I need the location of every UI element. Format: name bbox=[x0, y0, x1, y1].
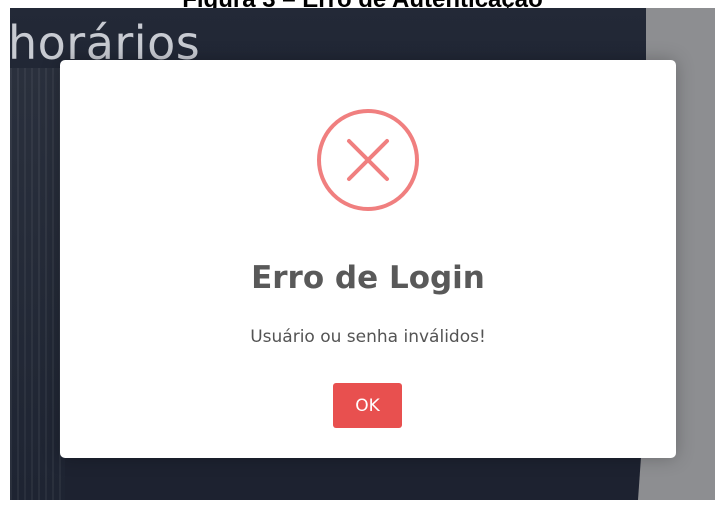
background-left-texture bbox=[10, 68, 65, 500]
ok-button[interactable]: OK bbox=[333, 383, 402, 428]
dialog-message: Usuário ou senha inválidos! bbox=[250, 327, 486, 347]
dialog-title: Erro de Login bbox=[251, 260, 485, 296]
error-x-icon bbox=[316, 108, 420, 212]
app-screen: horários Erro de Login Usuário ou senha … bbox=[10, 8, 715, 500]
error-dialog: Erro de Login Usuário ou senha inválidos… bbox=[60, 60, 676, 458]
